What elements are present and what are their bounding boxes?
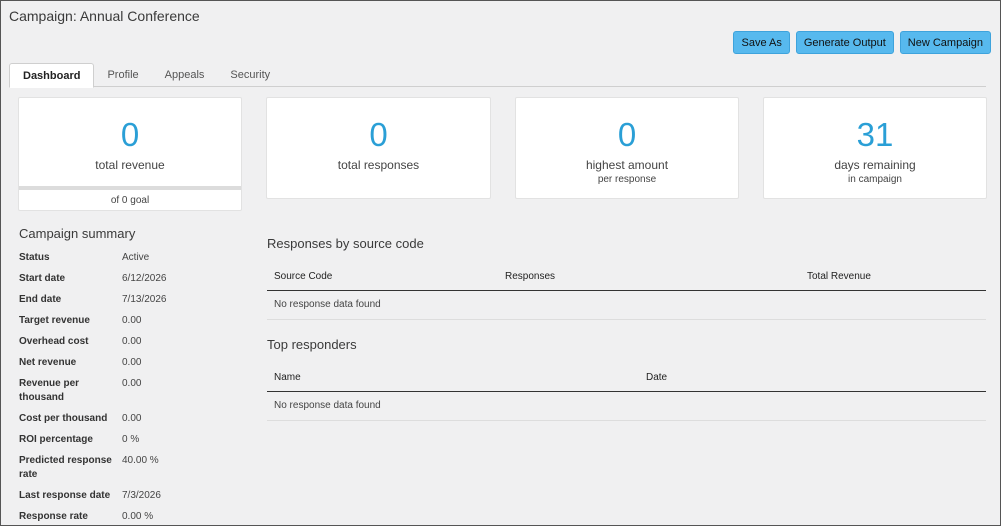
- summary-key: Cost per thousand: [19, 413, 108, 424]
- summary-row: Status Active: [19, 251, 239, 265]
- total-responses-card: 0 total responses: [266, 97, 491, 199]
- summary-row: End date 7/13/2026: [19, 293, 239, 307]
- empty-message: No response data found: [267, 291, 986, 320]
- days-remaining-value: 31: [856, 116, 894, 153]
- table-header: Name Date: [267, 364, 986, 392]
- column-header-responses[interactable]: Responses: [505, 271, 807, 282]
- total-responses-value: 0: [369, 116, 388, 153]
- new-campaign-button[interactable]: New Campaign: [899, 31, 991, 54]
- summary-row: Predicted response rate 40.00 %: [19, 454, 239, 482]
- summary-value: 0 %: [122, 434, 140, 445]
- column-header-source-code[interactable]: Source Code: [267, 271, 505, 282]
- toolbar: Save As Generate Output New Campaign: [733, 31, 991, 54]
- summary-row: Overhead cost 0.00: [19, 335, 239, 349]
- summary-key: Net revenue: [19, 357, 77, 368]
- summary-row: Last response date 7/3/2026: [19, 489, 239, 503]
- total-revenue-value: 0: [120, 116, 140, 153]
- summary-key: End date: [19, 294, 62, 305]
- empty-message: No response data found: [267, 392, 986, 421]
- summary-key: Target revenue: [19, 315, 90, 326]
- summary-key: Predicted response rate: [19, 455, 112, 480]
- summary-value: 40.00 %: [122, 455, 159, 466]
- summary-value: 0.00: [122, 357, 142, 368]
- tab-security[interactable]: Security: [217, 63, 283, 87]
- summary-row: Net revenue 0.00: [19, 356, 239, 370]
- summary-value: 0.00 %: [122, 511, 154, 522]
- summary-row: Target revenue 0.00: [19, 314, 239, 328]
- top-responders-title: Top responders: [267, 337, 357, 352]
- tab-dashboard[interactable]: Dashboard: [9, 63, 95, 88]
- campaign-summary-title: Campaign summary: [19, 226, 136, 241]
- summary-value: 7/13/2026: [122, 294, 167, 305]
- responses-by-source-title: Responses by source code: [267, 236, 424, 251]
- column-header-total-revenue[interactable]: Total Revenue: [807, 271, 871, 282]
- source-code-table: Source Code Responses Total Revenue No r…: [267, 263, 986, 320]
- highest-amount-value: 0: [617, 116, 637, 153]
- summary-value: 0.00: [122, 336, 142, 347]
- days-remaining-sub: in campaign: [848, 174, 902, 185]
- revenue-goal-text: of 0 goal: [110, 195, 150, 206]
- highest-amount-sub: per response: [597, 174, 657, 185]
- summary-row: Cost per thousand 0.00: [19, 412, 239, 426]
- generate-output-button[interactable]: Generate Output: [795, 31, 894, 54]
- revenue-goal-progress-bar: [19, 186, 241, 190]
- summary-key: Last response date: [19, 490, 111, 501]
- summary-row: ROI percentage 0 %: [19, 433, 239, 447]
- summary-key: ROI percentage: [19, 434, 93, 445]
- summary-value: 7/3/2026: [122, 490, 161, 501]
- campaign-summary: Status Active Start date 6/12/2026 End dat…: [19, 251, 239, 526]
- tab-bar: Dashboard Profile Appeals Security: [9, 63, 986, 88]
- summary-key: Revenue per thousand: [19, 378, 80, 403]
- total-responses-label: total responses: [337, 158, 420, 172]
- summary-key: Overhead cost: [19, 336, 89, 347]
- column-header-name[interactable]: Name: [267, 372, 646, 383]
- highest-amount-card: 0 highest amount per response: [515, 97, 739, 199]
- days-remaining-label: days remaining: [834, 158, 916, 172]
- summary-key: Status: [19, 252, 50, 263]
- summary-value: Active: [122, 252, 150, 263]
- page-title: Campaign: Annual Conference: [9, 8, 200, 24]
- summary-key: Response rate: [19, 511, 88, 522]
- total-revenue-card: 0 total revenue of 0 goal: [18, 97, 242, 211]
- summary-row: Start date 6/12/2026: [19, 272, 239, 286]
- save-as-button[interactable]: Save As: [733, 31, 790, 54]
- days-remaining-card: 31 days remaining in campaign: [763, 97, 987, 199]
- summary-row: Revenue per thousand 0.00: [19, 377, 239, 405]
- summary-value: 6/12/2026: [122, 273, 167, 284]
- summary-value: 0.00: [122, 378, 142, 389]
- summary-value: 0.00: [122, 315, 142, 326]
- tab-profile[interactable]: Profile: [94, 63, 151, 87]
- top-responders-table: Name Date No response data found: [267, 364, 986, 421]
- summary-key: Start date: [19, 273, 66, 284]
- highest-amount-label: highest amount: [585, 158, 669, 172]
- summary-row: Response rate 0.00 %: [19, 510, 239, 524]
- total-revenue-label: total revenue: [95, 158, 165, 172]
- column-header-date[interactable]: Date: [646, 372, 667, 383]
- table-header: Source Code Responses Total Revenue: [267, 263, 986, 291]
- summary-value: 0.00: [122, 413, 142, 424]
- tab-appeals[interactable]: Appeals: [152, 63, 218, 87]
